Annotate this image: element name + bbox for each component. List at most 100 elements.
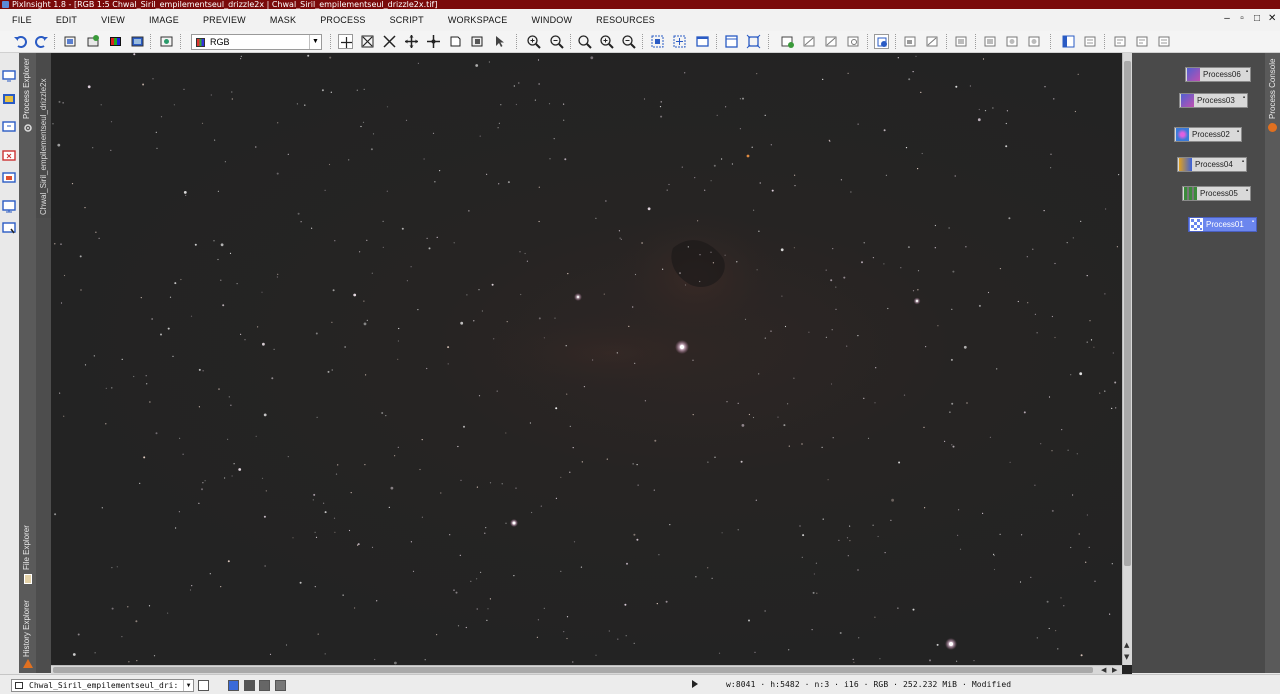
- process-icon-02[interactable]: Process02 ▪: [1174, 127, 1242, 142]
- mask-show-icon[interactable]: [874, 34, 889, 49]
- compare-icon[interactable]: [1083, 34, 1098, 49]
- pointer-icon[interactable]: [492, 34, 507, 49]
- process-icon-05[interactable]: Process05 ▪: [1182, 186, 1251, 201]
- astro-image[interactable]: [51, 53, 1122, 665]
- full-screen-icon[interactable]: [746, 34, 761, 49]
- mask-enable-icon[interactable]: [925, 34, 940, 49]
- channel-gray2-button[interactable]: [259, 680, 270, 691]
- channel-select[interactable]: RGB ▼: [191, 34, 322, 50]
- auto-stretch-icon[interactable]: [724, 34, 739, 49]
- fit-window-icon[interactable]: [672, 34, 687, 49]
- move-icon[interactable]: [426, 34, 441, 49]
- redo-icon[interactable]: [34, 34, 49, 49]
- star: [121, 636, 123, 638]
- menu-preview[interactable]: PREVIEW: [191, 9, 258, 31]
- undo-icon[interactable]: [13, 34, 28, 49]
- tab-process-console[interactable]: Process Console: [1265, 53, 1280, 135]
- rgb-icon[interactable]: [108, 34, 123, 49]
- zoom-1-icon[interactable]: [577, 34, 592, 49]
- zoom-fit-icon[interactable]: [360, 34, 375, 49]
- readout-mode-icon[interactable]: [338, 34, 353, 49]
- menu-file[interactable]: FILE: [0, 9, 44, 31]
- zoom-in2-icon[interactable]: [599, 34, 614, 49]
- menu-window[interactable]: WINDOW: [519, 9, 584, 31]
- channel-gray-button[interactable]: [244, 680, 255, 691]
- stf-auto-icon[interactable]: [824, 34, 839, 49]
- star: [519, 251, 521, 253]
- star: [366, 319, 368, 321]
- scroll-right-icon[interactable]: ▶: [1112, 666, 1117, 674]
- mask-green-icon[interactable]: [983, 34, 998, 49]
- mask-red-icon[interactable]: [954, 34, 969, 49]
- menu-script[interactable]: SCRIPT: [378, 9, 436, 31]
- crop-icon[interactable]: [470, 34, 485, 49]
- image-window[interactable]: ▲ ▼ ◀ ▶: [51, 53, 1132, 674]
- reset-icon[interactable]: [86, 34, 101, 49]
- horizontal-scroll-thumb[interactable]: [53, 667, 1093, 673]
- stf-reset-icon[interactable]: [846, 34, 861, 49]
- menu-process[interactable]: PROCESS: [308, 9, 377, 31]
- process-icon-03[interactable]: Process03 ▪: [1179, 93, 1248, 108]
- screen-icon[interactable]: [130, 34, 145, 49]
- channel-gray3-button[interactable]: [275, 680, 286, 691]
- minimize-button[interactable]: ‒: [1223, 12, 1231, 26]
- vertical-scroll-thumb[interactable]: [1124, 61, 1131, 566]
- menu-mask[interactable]: MASK: [258, 9, 308, 31]
- duplicate-icon[interactable]: [2, 171, 16, 185]
- clone-icon[interactable]: [63, 34, 78, 49]
- close-button[interactable]: ✕: [1268, 12, 1276, 26]
- new-image-icon[interactable]: [2, 120, 16, 134]
- layout-icon[interactable]: [1061, 34, 1076, 49]
- workspace-icon[interactable]: [2, 199, 16, 213]
- stf-linked-icon[interactable]: [802, 34, 817, 49]
- fit-view-icon[interactable]: [650, 34, 665, 49]
- split-icon[interactable]: [1027, 34, 1042, 49]
- process-icon-01[interactable]: Process01 ▪: [1188, 217, 1257, 232]
- pan-icon[interactable]: [404, 34, 419, 49]
- view-selector[interactable]: Chwal_Siril_empilementseul_dri: ▼: [11, 679, 194, 692]
- star: [1080, 654, 1083, 657]
- window-icon[interactable]: [695, 34, 710, 49]
- close-image-icon[interactable]: [2, 149, 16, 163]
- copy-icon[interactable]: [1113, 34, 1128, 49]
- scroll-up-icon[interactable]: ▲: [1124, 641, 1129, 649]
- monitor-icon[interactable]: [2, 69, 16, 83]
- new-view-button[interactable]: [198, 680, 209, 691]
- maximize-button[interactable]: □: [1253, 12, 1261, 26]
- restore-button[interactable]: ▫: [1238, 12, 1246, 26]
- zoom-in-icon[interactable]: [526, 34, 541, 49]
- scroll-left-icon[interactable]: ◀: [1101, 666, 1106, 674]
- star: [592, 359, 594, 361]
- mask-invert-icon[interactable]: [903, 34, 918, 49]
- stf-icon[interactable]: [780, 34, 795, 49]
- paste-icon[interactable]: [1135, 34, 1150, 49]
- scroll-down-icon[interactable]: ▼: [1124, 653, 1129, 661]
- menu-view[interactable]: VIEW: [89, 9, 137, 31]
- process-icon-04[interactable]: Process04 ▪: [1177, 157, 1247, 172]
- menu-edit[interactable]: EDIT: [44, 9, 89, 31]
- star: [359, 251, 361, 253]
- channel-rgb-button[interactable]: [228, 680, 239, 691]
- image-window-tab[interactable]: Chwal_Siril_empilementseul_drizzle2x: [36, 53, 51, 218]
- process-icon-06[interactable]: Process06 ▪: [1185, 67, 1251, 82]
- view-icon[interactable]: [159, 34, 174, 49]
- horizontal-scrollbar[interactable]: ◀ ▶: [51, 665, 1122, 674]
- image-info: w:8041 · h:5482 · n:3 · i16 · RGB · 252.…: [726, 680, 1012, 689]
- mask-blue-icon[interactable]: [1005, 34, 1020, 49]
- menu-resources[interactable]: RESOURCES: [584, 9, 667, 31]
- menu-image[interactable]: IMAGE: [137, 9, 191, 31]
- explorer-icon[interactable]: [2, 221, 16, 235]
- settings-icon[interactable]: [1157, 34, 1172, 49]
- play-icon[interactable]: [692, 680, 698, 688]
- menu-workspace[interactable]: WORKSPACE: [436, 9, 520, 31]
- zoom-out-icon[interactable]: [549, 34, 564, 49]
- zoom-area-icon[interactable]: [382, 34, 397, 49]
- menu-bar: FILE EDIT VIEW IMAGE PREVIEW MASK PROCES…: [0, 9, 1280, 31]
- tab-history-explorer[interactable]: History Explorer: [19, 591, 36, 673]
- preview-icon[interactable]: [448, 34, 463, 49]
- tab-process-explorer[interactable]: Process Explorer: [19, 53, 36, 138]
- image-icon[interactable]: [2, 92, 16, 106]
- vertical-scrollbar[interactable]: ▲ ▼: [1122, 53, 1132, 665]
- tab-file-explorer[interactable]: File Explorer: [19, 518, 36, 588]
- zoom-out2-icon[interactable]: [621, 34, 636, 49]
